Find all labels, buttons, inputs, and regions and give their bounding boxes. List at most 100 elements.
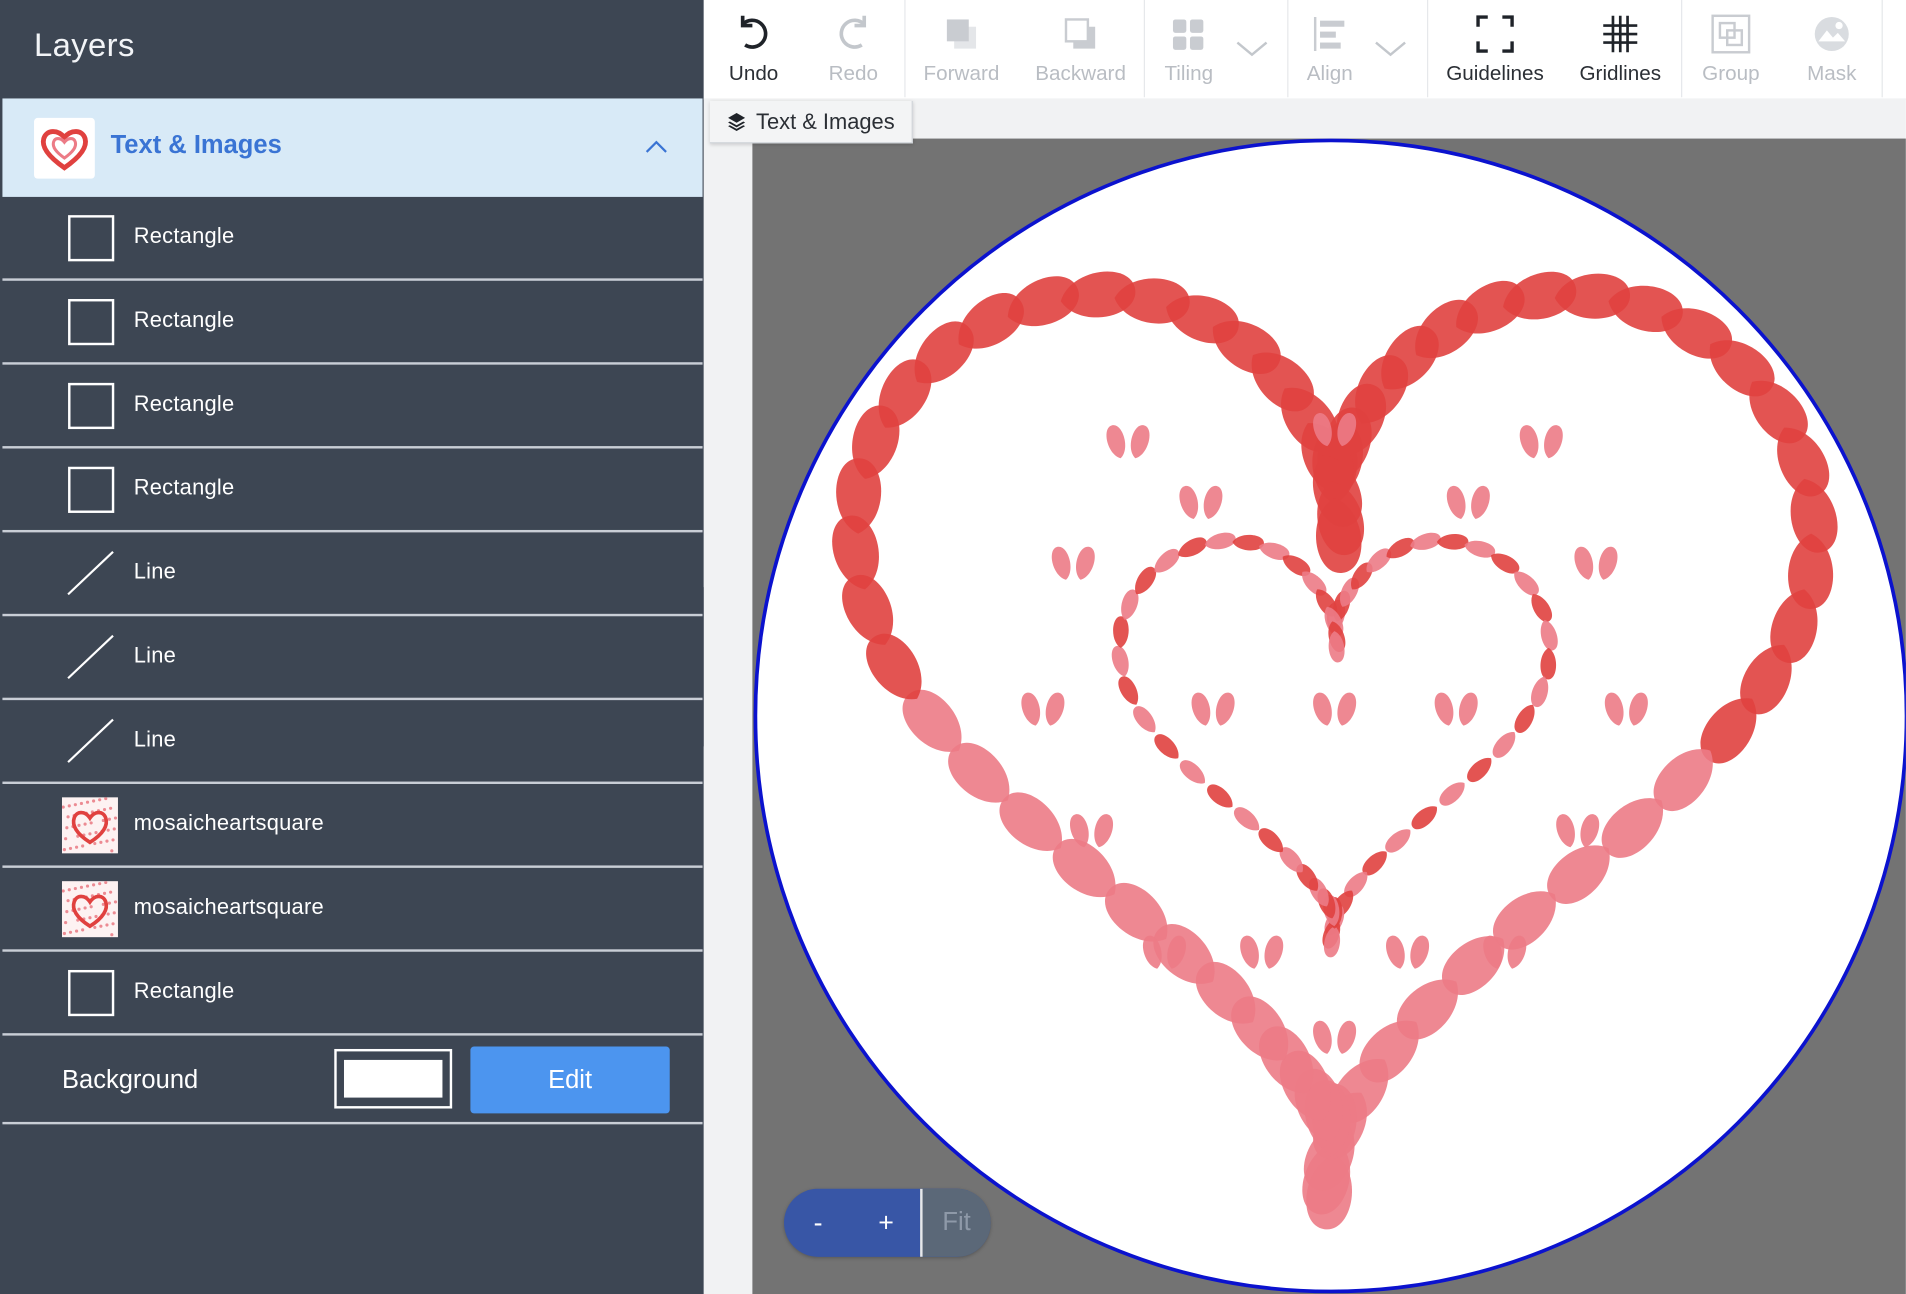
image-thumbnail-icon: [61, 881, 118, 938]
inner-petal: [1232, 534, 1264, 551]
layer-row-rectangle[interactable]: Rectangle: [2, 449, 703, 533]
inner-petal: [1133, 706, 1156, 733]
toolbar-divider: [1881, 0, 1883, 98]
rectangle-icon: [68, 969, 115, 1017]
small-heart-petal: [1604, 692, 1624, 726]
inner-petal: [1204, 532, 1236, 550]
heart-thumbnail-icon: [34, 117, 95, 179]
layer-row-line[interactable]: Line: [2, 616, 703, 701]
design-canvas-circle[interactable]: [753, 138, 1906, 1294]
small-heart-petal: [1106, 425, 1126, 459]
small-heart-petal: [1215, 692, 1235, 726]
layer-row-image[interactable]: mosaicheartsquare: [2, 868, 703, 952]
layer-row-rectangle[interactable]: Rectangle: [2, 197, 703, 281]
inner-petal: [1233, 807, 1260, 831]
tiling-label: Tiling: [1164, 61, 1214, 86]
small-heart-petal: [1094, 814, 1114, 848]
zoom-in-button[interactable]: +: [852, 1189, 920, 1257]
send-backward-icon: [1064, 18, 1096, 49]
guidelines-button[interactable]: Guidelines: [1433, 0, 1557, 98]
rectangle-icon: [68, 299, 115, 346]
toolbar: Undo Redo Forward Backward Tiling Align …: [703, 0, 1906, 100]
gridlines-button[interactable]: Gridlines: [1562, 0, 1679, 98]
layer-row-rectangle[interactable]: Rectangle: [2, 952, 703, 1036]
layer-row-line[interactable]: Line: [2, 700, 703, 784]
zoom-out-button[interactable]: -: [784, 1189, 852, 1257]
inner-petal: [1540, 647, 1557, 680]
layers-panel: Layers Text & Images Rectangle Rectangle R…: [0, 0, 704, 1294]
redo-button[interactable]: Redo: [803, 0, 903, 98]
layer-row-rectangle[interactable]: Rectangle: [2, 281, 703, 365]
align-dropdown-chevron-icon[interactable]: [1374, 39, 1408, 58]
small-heart-petal: [1519, 425, 1539, 459]
zoom-fit-button[interactable]: Fit: [920, 1188, 991, 1257]
mosaic-heart-artwork: [832, 271, 1838, 1230]
layer-label: Line: [133, 559, 177, 584]
group-label-text: Group: [1702, 61, 1760, 86]
toolbar-divider: [1287, 0, 1289, 98]
undo-button[interactable]: Undo: [704, 0, 804, 98]
tiling-button[interactable]: Tiling: [1149, 0, 1229, 98]
small-heart-petal: [1459, 692, 1478, 726]
inner-petal: [1179, 760, 1205, 784]
layer-label: Line: [133, 642, 177, 668]
breadcrumb-tab[interactable]: Text & Images: [709, 100, 913, 144]
background-label: Background: [61, 1065, 199, 1094]
layer-label: Rectangle: [133, 307, 235, 332]
line-icon: [67, 551, 114, 596]
forward-button[interactable]: Forward: [908, 0, 1015, 98]
small-heart-petal: [1544, 425, 1563, 459]
guidelines-label: Guidelines: [1446, 61, 1544, 86]
inner-petal: [1467, 757, 1492, 783]
small-heart-petal: [1337, 692, 1357, 726]
layer-row-line[interactable]: Line: [2, 532, 703, 617]
small-heart-petal: [1130, 425, 1150, 459]
chevron-up-icon[interactable]: [642, 132, 671, 161]
guidelines-icon: [1476, 15, 1514, 53]
group-icon: [1711, 14, 1751, 54]
small-heart-petal: [1629, 692, 1648, 726]
inner-petal: [1113, 616, 1129, 648]
small-heart-petal: [1446, 486, 1466, 520]
background-color-swatch[interactable]: [334, 1048, 453, 1109]
layer-group-text-images[interactable]: Text & Images: [2, 98, 703, 197]
group-label: Text & Images: [110, 131, 282, 160]
line-icon: [67, 718, 114, 763]
layer-row-rectangle[interactable]: Rectangle: [2, 365, 703, 449]
background-row: Background Edit: [2, 1039, 703, 1125]
small-heart-petal: [1045, 692, 1065, 726]
small-heart-petal: [1313, 1020, 1332, 1054]
small-heart-petal: [1386, 935, 1405, 969]
small-heart-petal: [1434, 692, 1454, 726]
layer-row-image[interactable]: mosaicheartsquare: [2, 784, 703, 868]
mask-icon: [1814, 17, 1849, 52]
gridlines-icon: [1603, 15, 1638, 53]
layer-label: Rectangle: [133, 475, 235, 500]
backward-label: Backward: [1035, 61, 1126, 86]
rectangle-icon: [68, 466, 115, 513]
small-heart-petal: [1410, 935, 1430, 969]
inner-petal: [1531, 676, 1549, 707]
gridlines-label: Gridlines: [1579, 61, 1662, 86]
toolbar-divider: [1426, 0, 1429, 98]
edit-background-button[interactable]: Edit: [470, 1046, 670, 1114]
undo-label: Undo: [728, 61, 779, 86]
undo-icon: [740, 15, 768, 49]
inner-petal: [1111, 645, 1129, 677]
small-heart-petal: [1313, 692, 1332, 726]
mask-label: Mask: [1807, 61, 1857, 86]
mask-button[interactable]: Mask: [1786, 0, 1878, 98]
layer-label: Rectangle: [133, 223, 235, 248]
rectangle-icon: [68, 215, 115, 262]
small-heart-petal: [1240, 935, 1259, 969]
panel-title: Layers: [34, 26, 135, 64]
align-button[interactable]: Align: [1292, 0, 1367, 98]
small-heart-petal: [1021, 692, 1040, 726]
inner-petal: [1436, 533, 1469, 550]
backward-button[interactable]: Backward: [1022, 0, 1139, 98]
group-button[interactable]: Group: [1686, 0, 1776, 98]
small-heart-petal: [1264, 935, 1284, 969]
small-heart-petal: [1598, 546, 1618, 580]
tiling-dropdown-chevron-icon[interactable]: [1235, 39, 1269, 58]
inner-petal: [1492, 732, 1516, 758]
